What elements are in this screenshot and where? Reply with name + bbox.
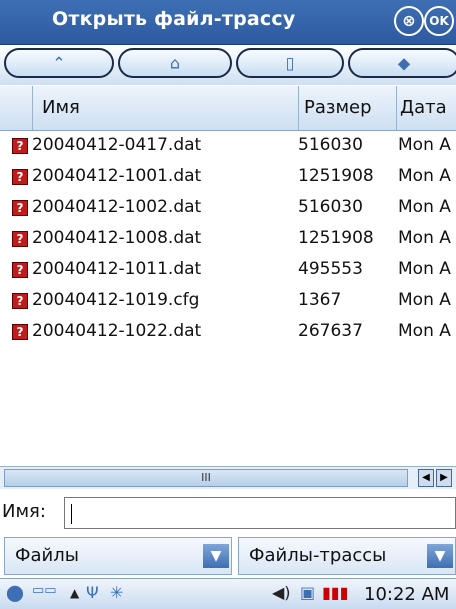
file-date: Mon A: [398, 290, 451, 310]
unknown-file-icon: ?: [12, 262, 28, 278]
file-size: 267637: [298, 321, 363, 341]
filetype-dropdown-value: Файлы-трассы: [249, 545, 387, 566]
column-header-name[interactable]: Имя: [40, 86, 299, 130]
table-row[interactable]: ? 20040412-1008.dat 1251908 Mon A: [0, 224, 456, 254]
table-row[interactable]: ? 20040412-1011.dat 495553 Mon A: [0, 255, 456, 285]
new-file-icon: ▯: [285, 53, 295, 73]
antenna-icon[interactable]: Ψ: [86, 583, 99, 602]
scroll-left-icon[interactable]: ◀: [418, 469, 434, 487]
file-date: Mon A: [398, 259, 451, 279]
unknown-file-icon: ?: [12, 169, 28, 185]
name-field-row: Имя:: [0, 493, 456, 533]
unknown-file-icon: ?: [12, 231, 28, 247]
file-name: 20040412-1022.dat: [32, 321, 202, 341]
table-row[interactable]: ? 20040412-1001.dat 1251908 Mon A: [0, 162, 456, 192]
home-button[interactable]: ⌂: [118, 48, 232, 78]
file-name-input[interactable]: [64, 497, 456, 529]
table-row[interactable]: ? 20040412-1019.cfg 1367 Mon A: [0, 286, 456, 316]
location-dropdown-value: Файлы: [15, 545, 79, 566]
text-caret: [71, 504, 72, 524]
scrollbar-thumb[interactable]: III: [4, 469, 408, 487]
unknown-file-icon: ?: [12, 200, 28, 216]
file-list: ? 20040412-0417.dat 516030 Mon A ? 20040…: [0, 131, 456, 465]
title-bar: Открыть файл-трассу ⊗ OK: [0, 0, 456, 44]
file-date: Mon A: [398, 321, 451, 341]
file-date: Mon A: [398, 166, 451, 186]
file-size: 1367: [298, 290, 342, 310]
file-size: 1251908: [298, 166, 374, 186]
file-name: 20040412-1002.dat: [32, 197, 202, 217]
file-size: 516030: [298, 197, 363, 217]
unknown-file-icon: ?: [12, 324, 28, 340]
window-title: Открыть файл-трассу: [52, 8, 296, 30]
location-dropdown[interactable]: Файлы ▼: [4, 537, 232, 575]
file-date: Mon A: [398, 228, 451, 248]
clock[interactable]: 10:22 AM: [364, 584, 449, 605]
column-header-date[interactable]: Дата: [398, 86, 456, 130]
volume-icon[interactable]: ◀): [272, 583, 291, 602]
unknown-file-icon: ?: [12, 138, 28, 154]
keyboard-icon[interactable]: ▭▭: [32, 583, 57, 598]
horizontal-scrollbar[interactable]: III ◀ ▶: [0, 466, 456, 489]
file-name: 20040412-1019.cfg: [32, 290, 200, 310]
toolbar: ⌃ ⌂ ▯ ◆: [0, 44, 456, 85]
chevron-down-icon[interactable]: ▼: [203, 544, 229, 568]
ok-button[interactable]: OK: [424, 6, 454, 36]
icon-column-header[interactable]: [0, 86, 33, 130]
up-arrow-icon: ⌃: [52, 53, 66, 73]
table-header: Имя Размер Дата: [0, 86, 456, 131]
close-icon[interactable]: ⊗: [394, 6, 424, 36]
network-icon[interactable]: ▣: [300, 583, 315, 602]
column-header-size[interactable]: Размер: [300, 86, 397, 130]
file-size: 1251908: [298, 228, 374, 248]
chevron-down-icon[interactable]: ▼: [427, 544, 453, 568]
scroll-right-icon[interactable]: ▶: [436, 469, 452, 487]
home-icon: ⌂: [169, 53, 181, 73]
bookmark-button[interactable]: ◆: [348, 48, 456, 78]
filetype-dropdown[interactable]: Файлы-трассы ▼: [238, 537, 456, 575]
start-menu-icon[interactable]: ⬤: [6, 583, 24, 602]
file-name: 20040412-1008.dat: [32, 228, 202, 248]
table-row[interactable]: ? 20040412-1002.dat 516030 Mon A: [0, 193, 456, 223]
unknown-file-icon: ?: [12, 293, 28, 309]
battery-icon[interactable]: ▮▮▮: [322, 583, 348, 602]
bookmark-icon: ◆: [397, 53, 411, 73]
table-row[interactable]: ? 20040412-1022.dat 267637 Mon A: [0, 317, 456, 347]
table-row[interactable]: ? 20040412-0417.dat 516030 Mon A: [0, 131, 456, 161]
file-size: 516030: [298, 135, 363, 155]
up-arrow-icon[interactable]: ▲: [70, 586, 79, 600]
file-date: Mon A: [398, 197, 451, 217]
file-name: 20040412-1001.dat: [32, 166, 202, 186]
file-date: Mon A: [398, 135, 451, 155]
file-size: 495553: [298, 259, 363, 279]
name-label: Имя:: [2, 501, 46, 522]
file-name: 20040412-1011.dat: [32, 259, 202, 279]
sync-icon[interactable]: ✳: [110, 583, 123, 602]
file-name: 20040412-0417.dat: [32, 135, 202, 155]
taskbar: ⬤ ▭▭ ▲ Ψ ✳ ◀) ▣ ▮▮▮ 10:22 AM: [0, 578, 456, 609]
up-folder-button[interactable]: ⌃: [4, 48, 114, 78]
new-file-button[interactable]: ▯: [236, 48, 344, 78]
